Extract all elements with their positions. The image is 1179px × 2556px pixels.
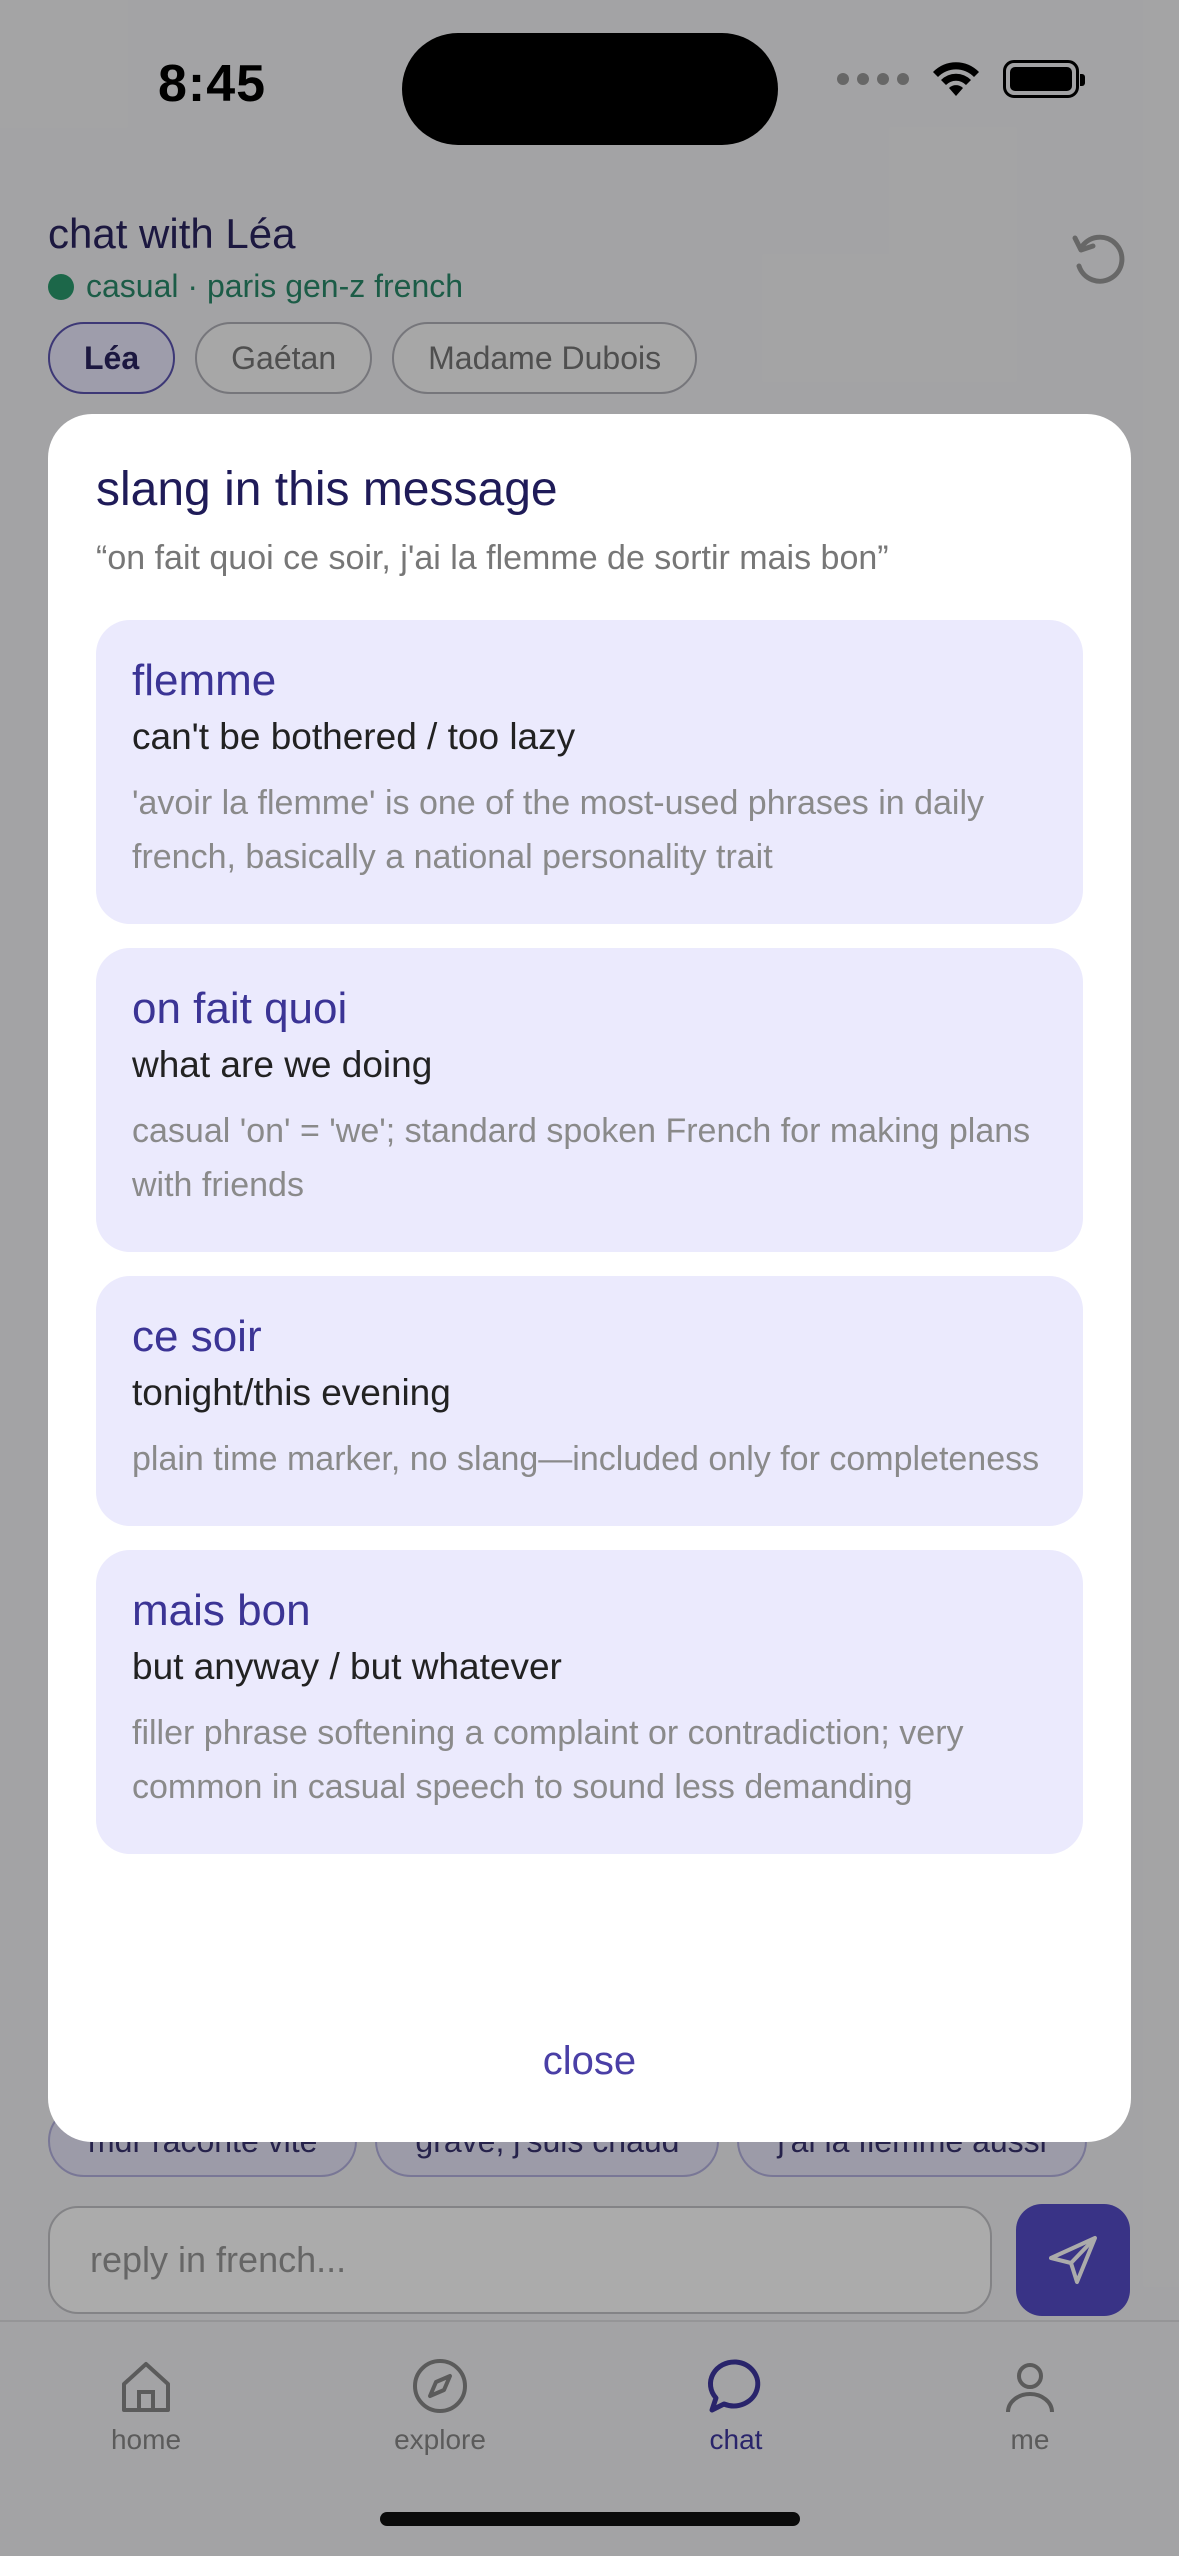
- slang-meaning: tonight/this evening: [132, 1372, 451, 1413]
- slang-meaning: can't be bothered / too lazy: [132, 716, 576, 757]
- modal-title: slang in this message: [96, 463, 558, 516]
- slang-term: ce soir: [132, 1312, 262, 1361]
- slang-term: flemme: [132, 656, 277, 705]
- slang-card: flemme can't be bothered / too lazy 'avo…: [96, 620, 1083, 924]
- close-button[interactable]: close: [48, 2039, 1131, 2084]
- slang-card: ce soir tonight/this evening plain time …: [96, 1276, 1083, 1526]
- slang-note: casual 'on' = 'we'; standard spoken Fren…: [132, 1112, 1031, 1204]
- slang-note: plain time marker, no slang—included onl…: [132, 1440, 1040, 1478]
- message-quote: “on fait quoi ce soir, j'ai la flemme de…: [96, 539, 889, 577]
- slang-modal: slang in this message “on fait quoi ce s…: [48, 414, 1131, 2142]
- slang-meaning: what are we doing: [132, 1044, 433, 1085]
- slang-card: on fait quoi what are we doing casual 'o…: [96, 948, 1083, 1252]
- slang-note: 'avoir la flemme' is one of the most-use…: [132, 784, 985, 876]
- slang-term: on fait quoi: [132, 984, 348, 1033]
- slang-meaning: but anyway / but whatever: [132, 1646, 562, 1687]
- slang-card: mais bon but anyway / but whatever fille…: [96, 1550, 1083, 1854]
- slang-term: mais bon: [132, 1586, 311, 1635]
- slang-list: flemme can't be bothered / too lazy 'avo…: [96, 620, 1083, 1854]
- slang-note: filler phrase softening a complaint or c…: [132, 1714, 964, 1806]
